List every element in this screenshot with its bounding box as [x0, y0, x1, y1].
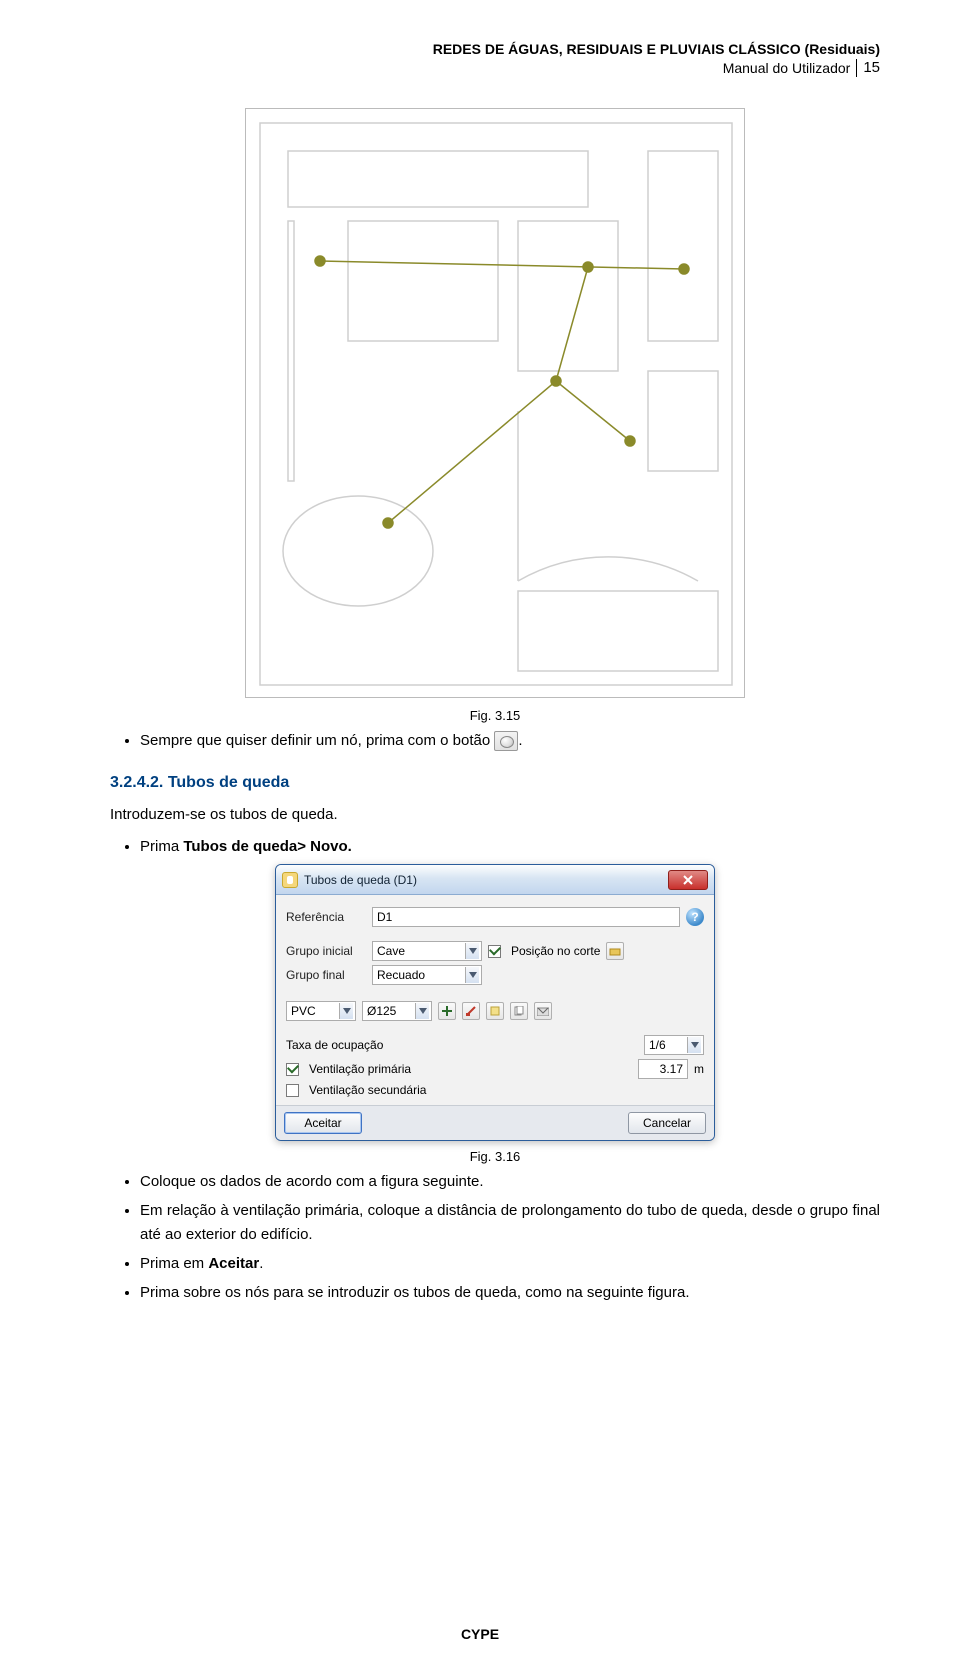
dialog-title-icon — [282, 872, 298, 888]
diameter-select[interactable]: Ø125 — [362, 1001, 432, 1021]
doc-title: REDES DE ÁGUAS, RESIDUAIS E PLUVIAIS CLÁ… — [110, 40, 880, 58]
grupo-final-label: Grupo final — [286, 968, 366, 982]
ventilacao-secundaria-checkbox[interactable] — [286, 1084, 299, 1097]
bullet-define-node: Sempre que quiser definir um nó, prima c… — [140, 729, 880, 752]
grupo-inicial-label: Grupo inicial — [286, 944, 366, 958]
bullet-prima-aceitar: Prima em Aceitar. — [140, 1252, 880, 1275]
doc-subtitle: Manual do Utilizador — [723, 59, 858, 77]
toolbar-icon-4[interactable] — [510, 1002, 528, 1020]
close-icon — [682, 875, 694, 885]
chevron-down-icon — [415, 1003, 429, 1019]
cancelar-button[interactable]: Cancelar — [628, 1112, 706, 1134]
figure-3-15-caption: Fig. 3.15 — [110, 708, 880, 723]
toolbar-icon-5[interactable] — [534, 1002, 552, 1020]
ventilacao-primaria-input[interactable]: 3.17 — [638, 1059, 688, 1079]
ventilacao-primaria-unit: m — [694, 1062, 704, 1076]
bullet-prima-nos: Prima sobre os nós para se introduzir os… — [140, 1281, 880, 1304]
close-button[interactable] — [668, 870, 708, 890]
tubos-de-queda-dialog: Tubos de queda (D1) Referência D1 ? Grup… — [275, 864, 715, 1141]
bullet-list-2: Prima Tubos de queda> Novo. — [110, 835, 880, 858]
page-number: 15 — [863, 58, 880, 78]
taxa-ocupacao-select[interactable]: 1/6 — [644, 1035, 704, 1055]
dialog-titlebar[interactable]: Tubos de queda (D1) — [276, 865, 714, 895]
help-icon[interactable]: ? — [686, 908, 704, 926]
floorplan-drawing — [245, 108, 745, 698]
ventilacao-primaria-label: Ventilação primária — [309, 1062, 632, 1076]
posicao-action-icon[interactable] — [606, 942, 624, 960]
bullet-list-1: Sempre que quiser definir um nó, prima c… — [110, 729, 880, 752]
posicao-corte-label: Posição no corte — [511, 944, 600, 958]
grupo-final-select[interactable]: Recuado — [372, 965, 482, 985]
referencia-label: Referência — [286, 910, 366, 924]
toolbar-icon-1[interactable] — [438, 1002, 456, 1020]
taxa-ocupacao-label: Taxa de ocupação — [286, 1038, 638, 1052]
bullet-list-3: Coloque os dados de acordo com a figura … — [110, 1170, 880, 1304]
node-tool-icon — [494, 731, 518, 751]
chevron-down-icon — [465, 967, 479, 983]
grupo-inicial-select[interactable]: Cave — [372, 941, 482, 961]
intro-paragraph: Introduzem-se os tubos de queda. — [110, 806, 880, 823]
chevron-down-icon — [687, 1037, 701, 1053]
bullet-coloque-dados: Coloque os dados de acordo com a figura … — [140, 1170, 880, 1193]
toolbar-icon-2[interactable] — [462, 1002, 480, 1020]
dialog-title-text: Tubos de queda (D1) — [304, 873, 668, 887]
section-heading: 3.2.4.2. Tubos de queda — [110, 774, 880, 792]
chevron-down-icon — [465, 943, 479, 959]
ventilacao-primaria-checkbox[interactable] — [286, 1063, 299, 1076]
chevron-down-icon — [339, 1003, 353, 1019]
toolbar-icon-3[interactable] — [486, 1002, 504, 1020]
page-header: REDES DE ÁGUAS, RESIDUAIS E PLUVIAIS CLÁ… — [110, 40, 880, 78]
figure-3-16-caption: Fig. 3.16 — [110, 1149, 880, 1164]
material-select[interactable]: PVC — [286, 1001, 356, 1021]
aceitar-button[interactable]: Aceitar — [284, 1112, 362, 1134]
ventilacao-secundaria-label: Ventilação secundária — [309, 1083, 426, 1097]
referencia-input[interactable]: D1 — [372, 907, 680, 927]
bullet-tubos-novo: Prima Tubos de queda> Novo. — [140, 835, 880, 858]
bullet-ventilacao: Em relação à ventilação primária, coloqu… — [140, 1199, 880, 1246]
posicao-corte-checkbox[interactable] — [488, 945, 501, 958]
page-footer: CYPE — [0, 1626, 960, 1642]
figure-3-15 — [245, 108, 745, 698]
